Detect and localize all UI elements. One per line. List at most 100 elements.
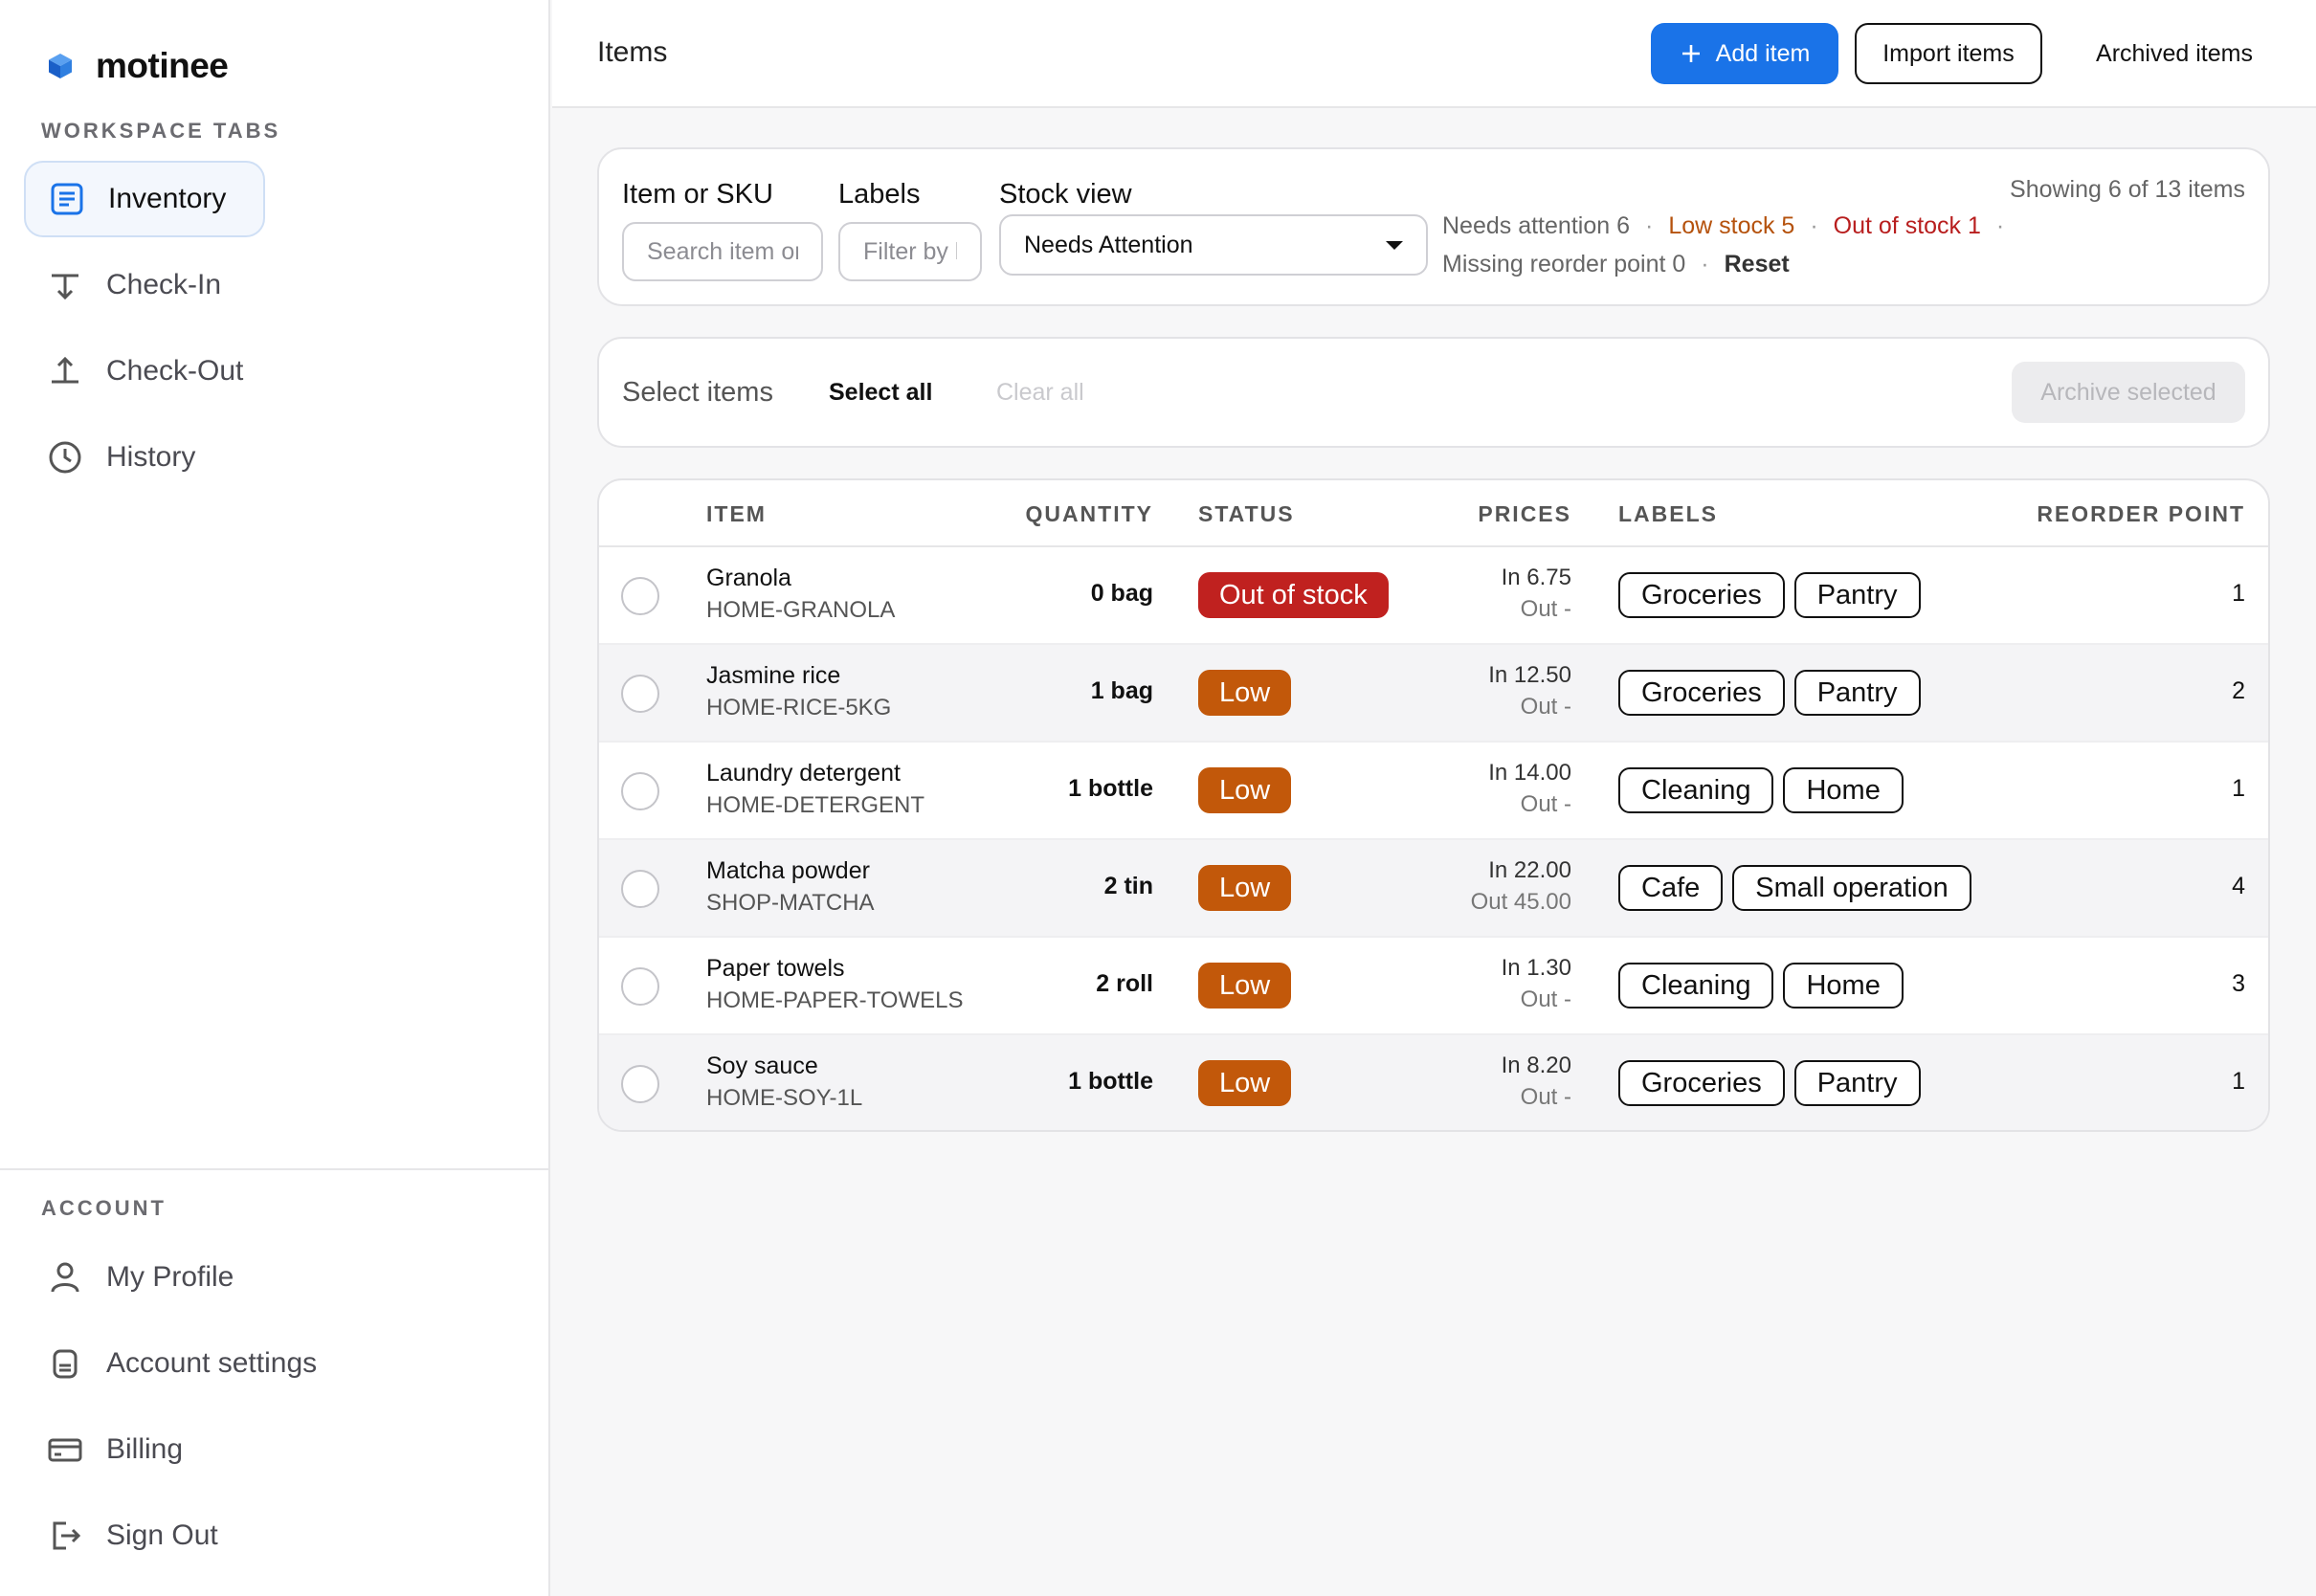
- item-sku: SHOP-MATCHA: [706, 890, 875, 916]
- table-row[interactable]: Laundry detergent HOME-DETERGENT 1 bottl…: [599, 743, 2268, 840]
- item-name: Paper towels: [706, 955, 845, 982]
- reset-filters-link[interactable]: Reset: [1725, 251, 1790, 278]
- out-of-stock-count[interactable]: Out of stock 1: [1834, 212, 1981, 240]
- page-title: Items: [597, 36, 668, 68]
- separator-dot: ·: [1810, 212, 1818, 239]
- price-out: Out -: [1520, 791, 1571, 817]
- sidebar-item-account-settings[interactable]: Account settings: [24, 1325, 388, 1402]
- sidebar-item-billing[interactable]: Billing: [24, 1411, 388, 1488]
- status-badge: Low: [1198, 670, 1292, 716]
- import-items-button[interactable]: Import items: [1855, 23, 2042, 84]
- workspace-section-label: WORKSPACE TABS: [41, 119, 281, 143]
- label-tag[interactable]: Groceries: [1618, 572, 1785, 618]
- select-all-button[interactable]: Select all: [829, 379, 932, 407]
- label-tag[interactable]: Groceries: [1618, 1060, 1785, 1106]
- price-out: Out 45.00: [1470, 889, 1571, 915]
- label-tag[interactable]: Cleaning: [1618, 767, 1774, 813]
- label-tag[interactable]: Small operation: [1732, 865, 1971, 911]
- row-checkbox[interactable]: [621, 967, 659, 1006]
- price-in: In 1.30: [1501, 955, 1571, 981]
- table-row[interactable]: Soy sauce HOME-SOY-1L 1 bottle Low In 8.…: [599, 1035, 2268, 1130]
- labels-filter-input[interactable]: [838, 222, 982, 281]
- label-tag[interactable]: Pantry: [1793, 1060, 1921, 1106]
- table-row[interactable]: Granola HOME-GRANOLA 0 bag Out of stock …: [599, 547, 2268, 645]
- item-labels: Cafe Small operation: [1618, 865, 1971, 911]
- item-sku: HOME-PAPER-TOWELS: [706, 987, 964, 1013]
- archived-items-button[interactable]: Archived items: [2060, 23, 2288, 84]
- account-section-label: ACCOUNT: [41, 1196, 167, 1220]
- price-in: In 8.20: [1501, 1053, 1571, 1078]
- status-badge: Out of stock: [1198, 572, 1389, 618]
- clock-icon: [49, 441, 81, 474]
- plus-icon: [1681, 45, 1700, 62]
- status-badge: Low: [1198, 963, 1292, 1009]
- brand-name: motinee: [96, 46, 229, 85]
- row-checkbox[interactable]: [621, 577, 659, 615]
- sidebar-item-sign-out[interactable]: Sign Out: [24, 1497, 388, 1574]
- table-row[interactable]: Jasmine rice HOME-RICE-5KG 1 bag Low In …: [599, 645, 2268, 743]
- status-badge: Low: [1198, 865, 1292, 911]
- price-in: In 22.00: [1488, 857, 1571, 883]
- label-tag[interactable]: Pantry: [1793, 670, 1921, 716]
- sidebar-item-label: My Profile: [106, 1261, 234, 1293]
- separator-dot: ·: [1644, 212, 1654, 239]
- label-tag[interactable]: Home: [1783, 963, 1904, 1009]
- label-tag[interactable]: Pantry: [1793, 572, 1921, 618]
- brand[interactable]: motinee: [48, 46, 229, 86]
- row-checkbox[interactable]: [621, 675, 659, 713]
- low-stock-count[interactable]: Low stock 5: [1668, 212, 1794, 240]
- showing-count: Showing 6 of 13 items: [2010, 176, 2245, 203]
- label-tag[interactable]: Groceries: [1618, 670, 1785, 716]
- price-out: Out -: [1520, 1084, 1571, 1110]
- price-out: Out -: [1520, 986, 1571, 1012]
- sidebar-item-check-out[interactable]: Check-Out: [24, 333, 265, 410]
- item-quantity: 1 bag: [1090, 677, 1153, 704]
- archive-selected-button[interactable]: Archive selected: [2012, 362, 2245, 423]
- label-tag[interactable]: Cleaning: [1618, 963, 1774, 1009]
- user-icon: [51, 1262, 79, 1293]
- row-checkbox[interactable]: [621, 1065, 659, 1103]
- sidebar-item-label: Sign Out: [106, 1519, 218, 1551]
- stock-summary-line-1: Needs attention 6 · Low stock 5 · Out of…: [1442, 212, 2004, 240]
- sidebar-item-my-profile[interactable]: My Profile: [24, 1239, 388, 1316]
- sidebar-item-label: Check-Out: [106, 355, 244, 387]
- add-item-button[interactable]: Add item: [1651, 23, 1838, 84]
- separator-dot: ·: [1701, 251, 1709, 277]
- column-header-reorder-point: REORDER POINT: [2037, 501, 2245, 526]
- missing-reorder-count[interactable]: Missing reorder point 0: [1442, 251, 1685, 278]
- row-checkbox[interactable]: [621, 870, 659, 908]
- reorder-point: 1: [2232, 775, 2245, 802]
- item-labels: Groceries Pantry: [1618, 670, 1921, 716]
- label-tag[interactable]: Cafe: [1618, 865, 1724, 911]
- sidebar-item-history[interactable]: History: [24, 419, 265, 496]
- column-header-item: ITEM: [706, 501, 767, 526]
- item-sku: HOME-GRANOLA: [706, 597, 896, 623]
- card-icon: [48, 1438, 82, 1462]
- sidebar-item-inventory[interactable]: Inventory: [24, 161, 265, 237]
- item-quantity: 1 bottle: [1068, 775, 1153, 802]
- items-table: ITEM QUANTITY STATUS PRICES LABELS REORD…: [597, 478, 2270, 1132]
- item-name: Soy sauce: [706, 1053, 818, 1079]
- price-out: Out -: [1520, 596, 1571, 622]
- sidebar-item-check-in[interactable]: Check-In: [24, 247, 265, 323]
- stock-view-select[interactable]: Needs Attention: [999, 214, 1428, 276]
- select-items-title: Select items: [622, 377, 773, 408]
- clear-all-button[interactable]: Clear all: [996, 379, 1084, 407]
- arrow-up-icon: [52, 356, 78, 384]
- sidebar-item-label: Check-In: [106, 269, 222, 300]
- table-header: ITEM QUANTITY STATUS PRICES LABELS REORD…: [599, 480, 2268, 547]
- item-quantity: 0 bag: [1090, 580, 1153, 607]
- price-in: In 6.75: [1501, 565, 1571, 590]
- table-row[interactable]: Paper towels HOME-PAPER-TOWELS 2 roll Lo…: [599, 938, 2268, 1035]
- item-search-input[interactable]: [622, 222, 823, 281]
- needs-attention-count[interactable]: Needs attention 6: [1442, 212, 1630, 240]
- sidebar: motinee WORKSPACE TABS Inventory Check-I…: [0, 0, 550, 1596]
- label-tag[interactable]: Home: [1783, 767, 1904, 813]
- item-quantity: 2 roll: [1096, 970, 1153, 997]
- top-bar: Items Add item Import items Archived ite…: [552, 0, 2316, 108]
- price-out: Out -: [1520, 694, 1571, 720]
- item-sku-label: Item or SKU: [622, 179, 773, 210]
- row-checkbox[interactable]: [621, 772, 659, 810]
- table-row[interactable]: Matcha powder SHOP-MATCHA 2 tin Low In 2…: [599, 840, 2268, 938]
- column-header-prices: PRICES: [1478, 501, 1571, 526]
